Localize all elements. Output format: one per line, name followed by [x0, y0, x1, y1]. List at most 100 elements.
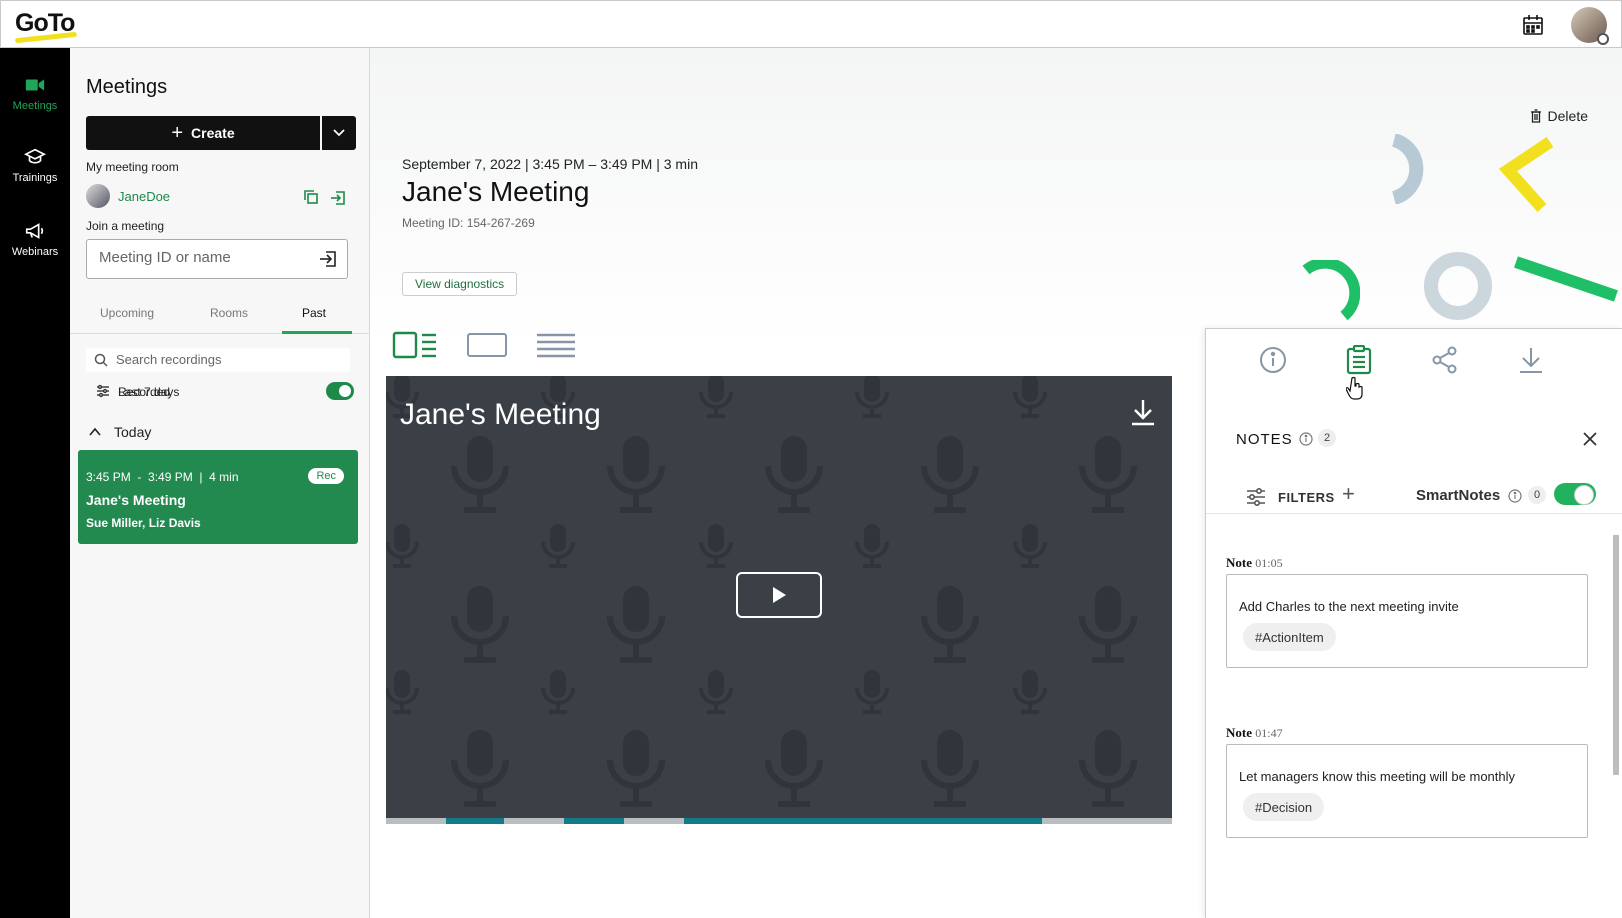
user-avatar[interactable] — [1571, 7, 1609, 45]
rail-item-trainings[interactable]: Trainings — [0, 146, 70, 184]
megaphone-icon — [25, 223, 44, 239]
scrollbar-thumb[interactable] — [1613, 535, 1619, 775]
meetings-panel: Meetings + Create My meeting room JaneDo… — [70, 48, 370, 918]
notes-scrollbar[interactable] — [1612, 525, 1620, 905]
page-title: Jane's Meeting — [402, 176, 590, 207]
note-card[interactable]: Add Charles to the next meeting invite #… — [1226, 574, 1588, 668]
decorative-green-arc-shape — [1302, 260, 1360, 320]
create-label: Create — [191, 125, 235, 141]
filter-sliders-icon[interactable] — [96, 384, 110, 398]
view-diagnostics-button[interactable]: View diagnostics — [402, 272, 518, 296]
notes-count-badge: 2 — [1318, 429, 1336, 447]
meeting-tabs: Upcoming Rooms Past — [70, 294, 370, 334]
note-tag[interactable]: #ActionItem — [1243, 623, 1336, 651]
download-icon[interactable] — [1516, 345, 1546, 375]
note-label: Note — [1226, 725, 1252, 740]
play-icon — [773, 587, 786, 603]
video-title: Jane's Meeting — [400, 398, 601, 431]
note-card[interactable]: Let managers know this meeting will be m… — [1226, 744, 1588, 838]
smartnotes-toggle[interactable] — [1554, 483, 1596, 505]
chevron-down-icon — [333, 129, 345, 137]
my-room-row: JaneDoe — [86, 184, 356, 210]
room-avatar — [86, 184, 110, 208]
presence-status-icon — [1597, 33, 1609, 45]
graduation-cap-icon — [24, 148, 46, 164]
tab-rooms[interactable]: Rooms — [210, 306, 248, 320]
recorded-label: Recorded — [118, 385, 171, 399]
rail-item-label: Webinars — [11, 246, 59, 258]
decorative-ring-shape — [1424, 252, 1492, 320]
rail-item-label: Meetings — [12, 100, 58, 112]
split-view-icon[interactable] — [392, 330, 438, 360]
recorded-toggle[interactable] — [326, 382, 354, 400]
trash-icon — [1530, 109, 1541, 123]
timeline-segment — [684, 818, 1042, 824]
enter-room-icon[interactable] — [330, 190, 346, 206]
transcript-view-icon[interactable] — [536, 330, 576, 360]
join-meeting-input[interactable] — [99, 249, 309, 266]
room-name-link[interactable]: JaneDoe — [118, 189, 170, 204]
filters-label[interactable]: FILTERS — [1278, 490, 1335, 505]
rail-item-webinars[interactable]: Webinars — [0, 220, 70, 258]
note-header: Note 01:47 — [1226, 725, 1283, 741]
join-enter-icon[interactable] — [319, 250, 337, 268]
divider — [1206, 513, 1622, 514]
note-timestamp[interactable]: 01:05 — [1255, 556, 1282, 570]
decorative-arc-shape — [1391, 134, 1424, 204]
info-icon[interactable] — [1299, 432, 1313, 446]
tab-active-indicator — [282, 331, 352, 334]
timeline-segment — [446, 818, 504, 824]
group-label: Today — [114, 424, 152, 440]
video-timeline[interactable] — [386, 818, 1172, 824]
rail-item-meetings[interactable]: Meetings — [0, 74, 70, 112]
recording-card[interactable]: 3:45 PM - 3:49 PM | 4 min Rec Jane's Mee… — [78, 450, 358, 544]
search-icon — [94, 353, 108, 367]
note-text: Add Charles to the next meeting invite — [1239, 599, 1459, 614]
close-icon[interactable] — [1582, 431, 1598, 447]
plus-icon: + — [171, 122, 184, 144]
info-icon[interactable] — [1258, 345, 1288, 375]
create-dropdown-button[interactable] — [322, 116, 356, 150]
video-player[interactable]: Jane's Meeting — [386, 376, 1172, 818]
note-header: Note 01:05 — [1226, 555, 1283, 571]
rail-item-label: Trainings — [12, 172, 58, 184]
delete-label: Delete — [1547, 108, 1588, 124]
join-label: Join a meeting — [86, 219, 165, 233]
tab-past[interactable]: Past — [302, 306, 326, 320]
filter-row: Last 7 days Recorded — [86, 382, 354, 402]
hand-cursor-icon — [1346, 376, 1363, 400]
share-icon[interactable] — [1430, 345, 1460, 375]
note-timestamp[interactable]: 01:47 — [1255, 726, 1282, 740]
notes-title: NOTES — [1236, 431, 1293, 448]
video-camera-icon — [25, 79, 45, 91]
play-button[interactable] — [736, 572, 822, 618]
notes-clipboard-icon[interactable] — [1344, 345, 1374, 375]
video-view-icon[interactable] — [466, 330, 508, 360]
timeline-segment — [564, 818, 624, 824]
panel-title: Meetings — [86, 76, 168, 98]
note-tag[interactable]: #Decision — [1243, 793, 1325, 821]
create-button[interactable]: + Create — [86, 116, 320, 150]
rec-badge: Rec — [308, 468, 344, 484]
info-icon[interactable] — [1508, 489, 1522, 503]
my-room-label: My meeting room — [86, 160, 179, 174]
calendar-icon[interactable] — [1521, 13, 1545, 37]
meeting-meta: September 7, 2022 | 3:45 PM – 3:49 PM | … — [402, 156, 698, 172]
search-recordings-input[interactable] — [116, 352, 336, 367]
tab-upcoming[interactable]: Upcoming — [100, 306, 154, 320]
copy-icon[interactable] — [304, 190, 318, 204]
notes-panel: NOTES 2 FILTERS + SmartNotes 0 Note 01:0… — [1205, 328, 1622, 918]
smartnotes-label: SmartNotes — [1416, 487, 1501, 504]
decorative-chevron-shape — [1498, 137, 1554, 213]
download-icon[interactable] — [1130, 398, 1156, 426]
recording-title: Jane's Meeting — [86, 492, 186, 508]
recording-time: 3:45 PM - 3:49 PM | 4 min — [86, 470, 239, 484]
left-rail: Meetings Trainings Webinars — [0, 48, 70, 918]
search-recordings-box — [86, 348, 350, 372]
recording-participants: Sue Miller, Liz Davis — [86, 516, 201, 530]
add-filter-plus-icon[interactable]: + — [1342, 483, 1355, 505]
smartnotes-count-badge: 0 — [1528, 486, 1546, 504]
join-meeting-field — [86, 239, 348, 279]
filter-sliders-icon[interactable] — [1246, 487, 1266, 507]
delete-button[interactable]: Delete — [1530, 108, 1588, 124]
